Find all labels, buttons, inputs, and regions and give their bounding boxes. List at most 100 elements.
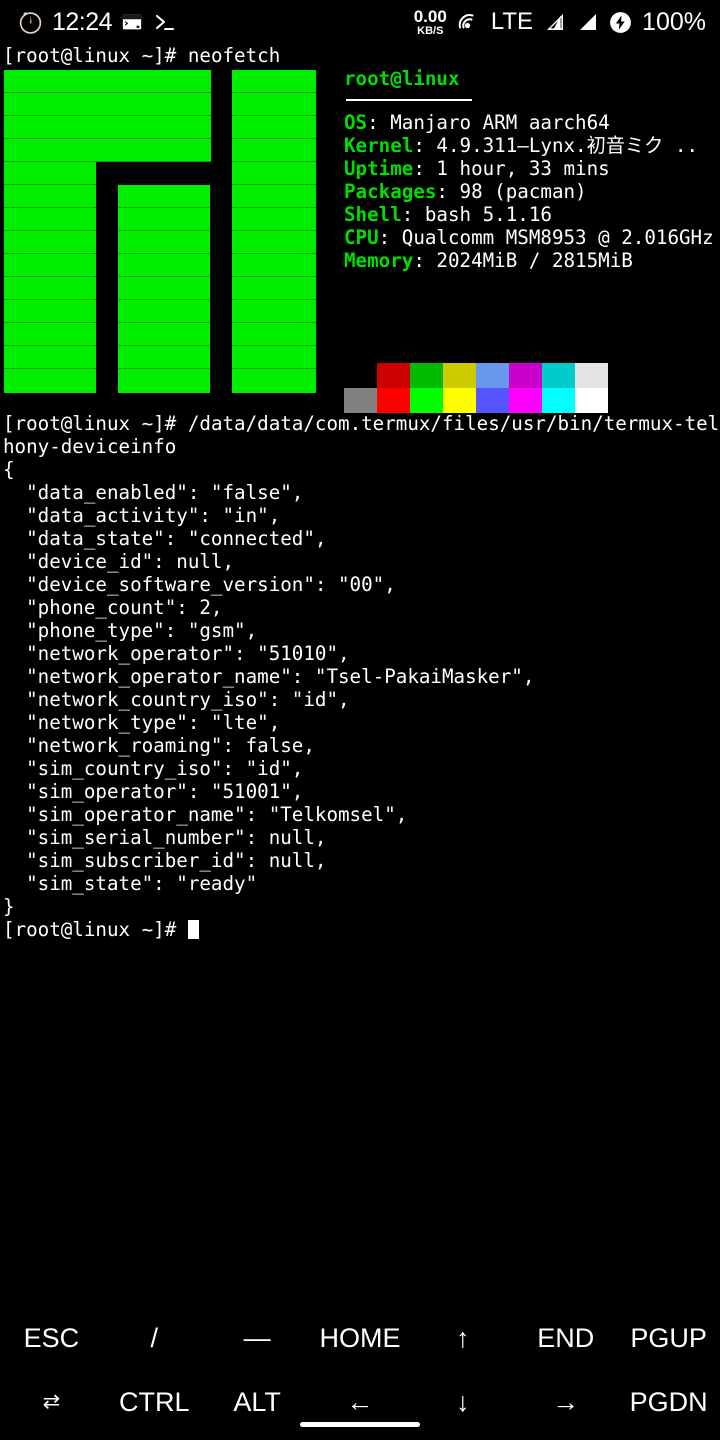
json-output-line: "network_type": "lte", bbox=[3, 711, 281, 734]
extra-key-home[interactable]: HOME bbox=[309, 1306, 412, 1370]
json-output-line: "phone_count": 2, bbox=[3, 596, 223, 619]
network-speed-indicator: 0.00 KB/S bbox=[414, 8, 447, 37]
extra-key-end[interactable]: END bbox=[514, 1306, 617, 1370]
palette-dim-swatch bbox=[476, 363, 509, 388]
neofetch-value-kernel: 4.9.311—Lynx.初音ミク .. bbox=[436, 134, 699, 157]
palette-dim-swatch bbox=[509, 363, 542, 388]
logo-scanline bbox=[4, 92, 316, 93]
extra-key-alt[interactable]: ALT bbox=[206, 1370, 309, 1434]
battery-percent-label: 100% bbox=[642, 7, 706, 36]
status-bar-clock: 12:24 bbox=[52, 7, 113, 36]
palette-dim-swatch bbox=[542, 363, 575, 388]
extra-key-ctrl[interactable]: CTRL bbox=[103, 1370, 206, 1434]
neofetch-entry-packages: Packages: 98 (pacman) bbox=[344, 180, 587, 203]
palette-bright-swatch bbox=[542, 388, 575, 413]
extra-keys-row-1: ESC / — HOME ↑ END PGUP bbox=[0, 1306, 720, 1370]
json-output-line: "data_activity": "in", bbox=[3, 504, 281, 527]
logo-scanline bbox=[4, 322, 316, 323]
palette-dim-swatch bbox=[344, 363, 377, 388]
logo-scanline bbox=[4, 230, 316, 231]
neofetch-value-shell: bash 5.1.16 bbox=[424, 203, 552, 226]
extra-key-symbol-2-5[interactable]: → bbox=[514, 1370, 617, 1434]
json-output-line: "device_id": null, bbox=[3, 550, 235, 573]
logo-scanline bbox=[4, 299, 316, 300]
json-output-line: "data_enabled": "false", bbox=[3, 481, 304, 504]
network-type-label: LTE bbox=[490, 8, 534, 35]
neofetch-title: root@linux bbox=[344, 67, 714, 90]
telephony-json-output: { "data_enabled": "false", "data_activit… bbox=[0, 458, 720, 918]
neofetch-host: linux bbox=[401, 67, 460, 90]
alarm-clock-icon bbox=[18, 10, 43, 35]
json-output-line: "device_software_version": "00", bbox=[3, 573, 396, 596]
neofetch-entry-os: OS: Manjaro ARM aarch64 bbox=[344, 111, 610, 134]
palette-dim-swatch bbox=[377, 363, 410, 388]
logo-left-column bbox=[4, 162, 96, 393]
json-output-line: "sim_country_iso": "id", bbox=[3, 757, 304, 780]
terminal-command-line-2b: hony-deviceinfo bbox=[3, 435, 177, 458]
home-indicator[interactable] bbox=[300, 1422, 420, 1427]
neofetch-key-uptime: Uptime bbox=[344, 157, 414, 180]
extra-key-symbol-2-0[interactable]: ⇄ bbox=[0, 1370, 103, 1434]
logo-scanline bbox=[4, 368, 316, 369]
network-speed-unit: KB/S bbox=[417, 24, 444, 37]
json-output-line: "phone_type": "gsm", bbox=[3, 619, 258, 642]
palette-bright-swatch bbox=[575, 388, 608, 413]
neofetch-output: root@linux OS: Manjaro ARM aarch64 Kerne… bbox=[0, 67, 720, 413]
extra-key-symbol-1-2[interactable]: — bbox=[206, 1306, 309, 1370]
neofetch-entry-shell: Shell: bash 5.1.16 bbox=[344, 203, 552, 226]
json-output-line: "sim_state": "ready" bbox=[3, 872, 258, 895]
neofetch-entry-uptime: Uptime: 1 hour, 33 mins bbox=[344, 157, 610, 180]
network-speed-value: 0.00 bbox=[413, 6, 447, 26]
json-output-line: "network_country_iso": "id", bbox=[3, 688, 350, 711]
neofetch-key-cpu: CPU bbox=[344, 226, 379, 249]
logo-scanline bbox=[4, 138, 316, 139]
palette-bright-swatch bbox=[344, 388, 377, 413]
palette-row-dim bbox=[344, 363, 608, 388]
logo-left-top-bar bbox=[4, 70, 211, 162]
extra-key-symbol-2-4[interactable]: ↓ bbox=[411, 1370, 514, 1434]
logo-scanline bbox=[4, 207, 316, 208]
extra-key-symbol-1-1[interactable]: / bbox=[103, 1306, 206, 1370]
status-bar-left: 12:24 bbox=[0, 8, 176, 37]
neofetch-key-packages: Packages bbox=[344, 180, 437, 203]
logo-scanline bbox=[4, 345, 316, 346]
neofetch-key-shell: Shell bbox=[344, 203, 402, 226]
extra-key-pgdn[interactable]: PGDN bbox=[617, 1370, 720, 1434]
battery-charging-icon bbox=[608, 10, 633, 35]
json-output-line: "sim_operator_name": "Telkomsel", bbox=[3, 803, 408, 826]
neofetch-entry-memory: Memory: 2024MiB / 2815MiB bbox=[344, 249, 633, 272]
neofetch-user: root bbox=[344, 67, 391, 90]
extra-key-symbol-1-4[interactable]: ↑ bbox=[411, 1306, 514, 1370]
signal-bars-icon-sim2 bbox=[575, 11, 599, 33]
manjaro-ascii-logo bbox=[4, 70, 316, 393]
neofetch-info-block: root@linux OS: Manjaro ARM aarch64 Kerne… bbox=[344, 67, 714, 272]
signal-bars-icon-sim1 bbox=[542, 11, 566, 33]
logo-scanline bbox=[4, 253, 316, 254]
palette-bright-swatch bbox=[443, 388, 476, 413]
palette-bright-swatch bbox=[509, 388, 542, 413]
palette-row-bright bbox=[344, 388, 608, 413]
terminal-window-icon bbox=[121, 11, 143, 33]
status-bar-right: 0.00 KB/S LTE 100% bbox=[414, 8, 720, 37]
json-output-line: } bbox=[3, 895, 15, 918]
json-output-line: "network_operator_name": "Tsel-PakaiMask… bbox=[3, 665, 535, 688]
logo-scanline bbox=[4, 184, 316, 185]
logo-scanline bbox=[4, 115, 316, 116]
json-output-line: "sim_subscriber_id": null, bbox=[3, 849, 327, 872]
extra-key-pgup[interactable]: PGUP bbox=[617, 1306, 720, 1370]
neofetch-value-uptime: 1 hour, 33 mins bbox=[436, 157, 610, 180]
neofetch-key-kernel: Kernel bbox=[344, 134, 414, 157]
status-bar: 12:24 0.00 KB/S LTE 100% bbox=[0, 0, 720, 44]
json-output-line: { bbox=[3, 458, 15, 481]
json-output-line: "sim_operator": "51001", bbox=[3, 780, 304, 803]
extra-key-esc[interactable]: ESC bbox=[0, 1306, 103, 1370]
json-output-line: "sim_serial_number": null, bbox=[3, 826, 327, 849]
neofetch-color-palette bbox=[344, 363, 608, 413]
neofetch-value-os: Manjaro ARM aarch64 bbox=[390, 111, 610, 134]
termux-extra-keys-bar: ESC / — HOME ↑ END PGUP ⇄ CTRL ALT ← ↓ → PGDN bbox=[0, 1306, 720, 1440]
palette-dim-swatch bbox=[443, 363, 476, 388]
json-output-line: "data_state": "connected", bbox=[3, 527, 327, 550]
json-output-line: "network_operator": "51010", bbox=[3, 642, 350, 665]
neofetch-value-cpu: Qualcomm MSM8953 @ 2.016GHz bbox=[401, 226, 714, 249]
terminal-output-area[interactable]: [root@linux ~]# neofetch root@linux OS: … bbox=[0, 44, 720, 1306]
